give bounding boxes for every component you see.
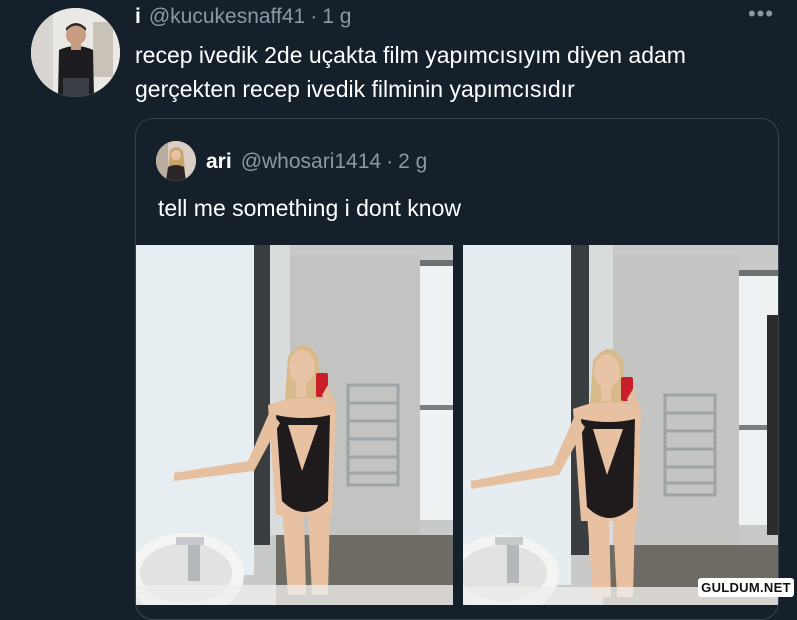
tweet-text: recep ivedik 2de uçakta film yapımcısıyı… xyxy=(135,42,686,102)
header-separator: · xyxy=(310,5,318,28)
avatar-image xyxy=(31,8,120,97)
quoted-tweet-card[interactable]: ari @whosari1414 · 2 g tell me something… xyxy=(135,118,779,620)
quoted-tweet-header: ari @whosari1414 · 2 g xyxy=(206,147,427,177)
author-name[interactable]: i xyxy=(135,5,141,29)
quoted-author-avatar[interactable] xyxy=(156,141,196,181)
quoted-author-handle[interactable]: @whosari1414 xyxy=(241,150,381,174)
quoted-tweet-photo-1[interactable] xyxy=(136,245,453,605)
author-handle[interactable]: @kucukesnaff41 xyxy=(149,5,305,29)
quoted-avatar-image xyxy=(156,141,196,181)
quoted-author-name[interactable]: ari xyxy=(206,150,232,174)
photo-2-image xyxy=(463,245,778,605)
quoted-header-separator: · xyxy=(386,150,394,173)
tweet-header: i @kucukesnaff41 · 1 g xyxy=(135,4,351,30)
photo-1-image xyxy=(136,245,453,605)
author-avatar[interactable] xyxy=(31,8,120,97)
site-watermark: GULDUM.NET xyxy=(698,578,794,597)
quoted-tweet-timestamp[interactable]: 2 g xyxy=(398,150,427,174)
more-horizontal-icon[interactable]: ••• xyxy=(744,3,778,27)
quoted-tweet-text: tell me something i dont know xyxy=(158,195,461,221)
quoted-tweet-photo-2[interactable] xyxy=(463,245,778,605)
tweet-timestamp[interactable]: 1 g xyxy=(322,5,351,29)
